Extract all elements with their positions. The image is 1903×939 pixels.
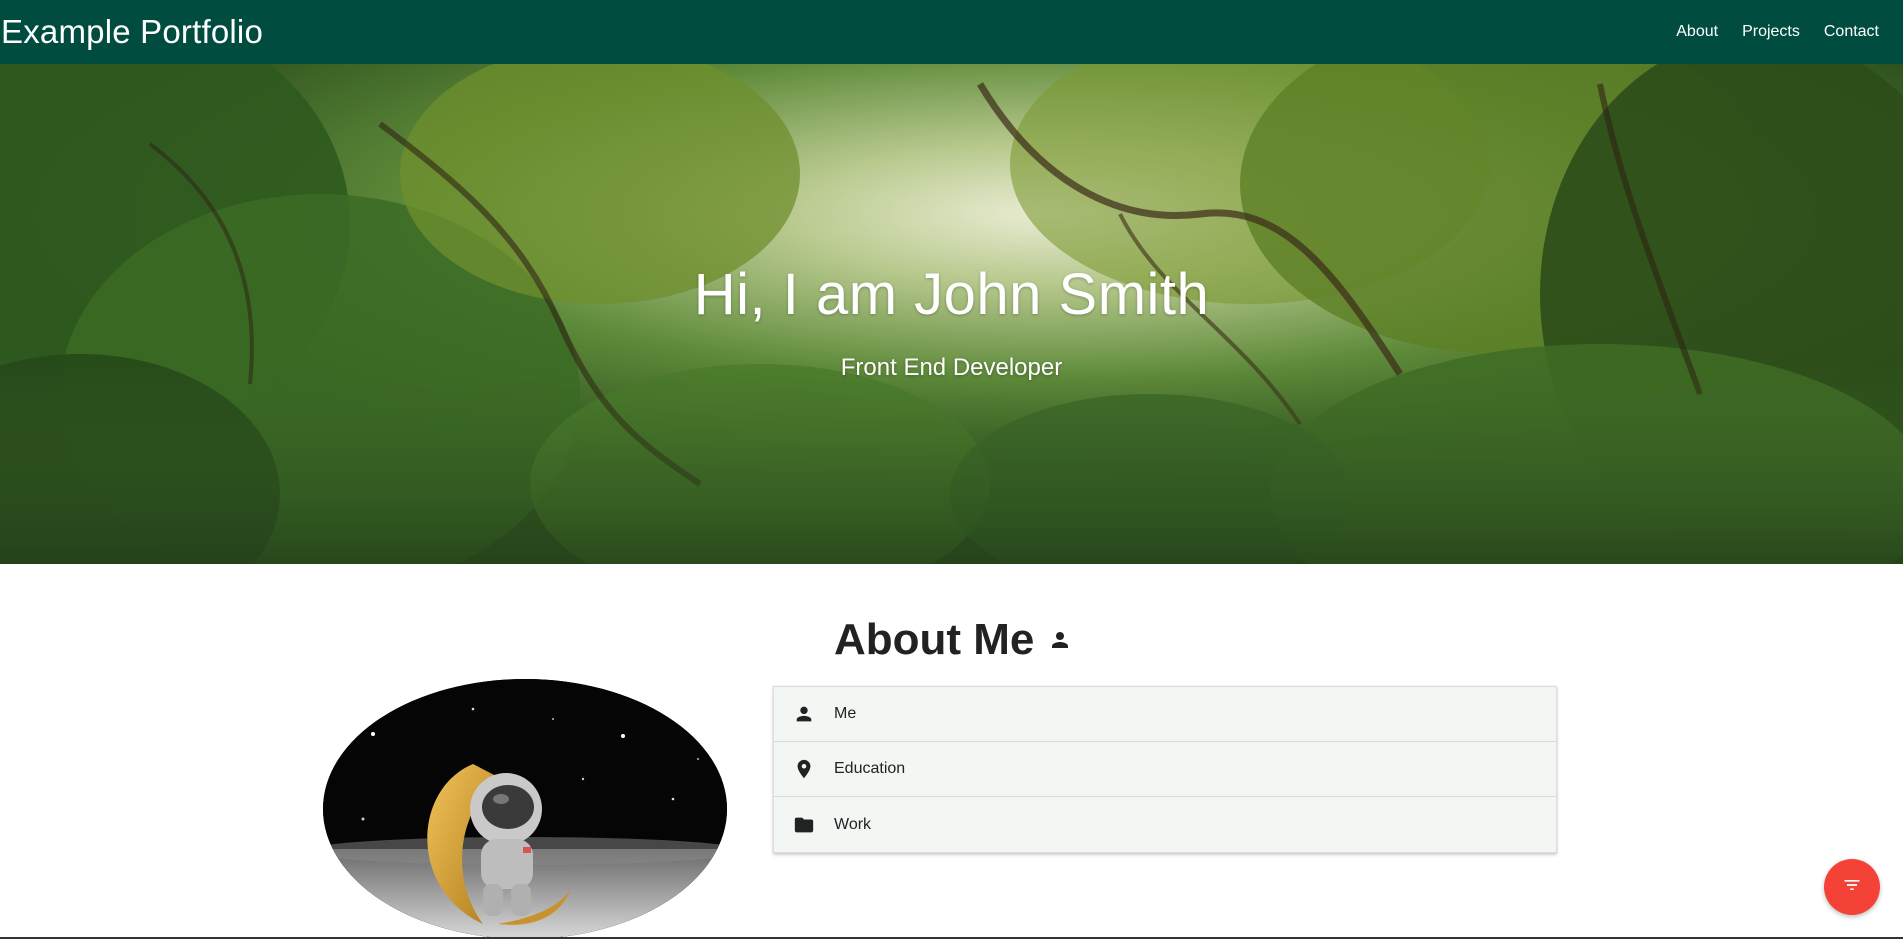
collapsible-label: Education [834, 760, 906, 777]
place-icon [774, 758, 834, 780]
collapsible-header-work[interactable]: Work [774, 797, 1556, 852]
collapsible-label: Me [834, 705, 857, 722]
navbar: Example Portfolio About Projects Contact [0, 0, 1903, 64]
about-section-title: About Me [834, 615, 1072, 665]
nav-link-about[interactable]: About [1664, 23, 1730, 41]
collapsible-label: Work [834, 815, 872, 833]
about-title-text: About Me [834, 615, 1035, 664]
nav-link-projects[interactable]: Projects [1730, 23, 1812, 41]
hero-title: Hi, I am John Smith [693, 262, 1210, 327]
nav-links: About Projects Contact [1664, 23, 1903, 41]
collapsible-header-education[interactable]: Education [774, 742, 1556, 797]
collapsible-header-me[interactable]: Me [774, 687, 1556, 742]
folder-icon [774, 814, 834, 836]
hero-text: Hi, I am John Smith Front End Developer [0, 64, 1903, 564]
person-icon [774, 703, 834, 725]
hero-subtitle: Front End Developer [840, 354, 1063, 381]
hero-banner: Hi, I am John Smith Front End Developer [0, 64, 1903, 564]
person-icon [1048, 628, 1072, 652]
floating-action-button[interactable] [1824, 859, 1880, 915]
filter-list-icon [1842, 875, 1862, 900]
brand-logo[interactable]: Example Portfolio [0, 13, 263, 51]
astronaut-avatar-image [323, 679, 727, 939]
nav-link-contact[interactable]: Contact [1812, 23, 1891, 41]
about-collapsible: Me Education Work [773, 686, 1557, 853]
